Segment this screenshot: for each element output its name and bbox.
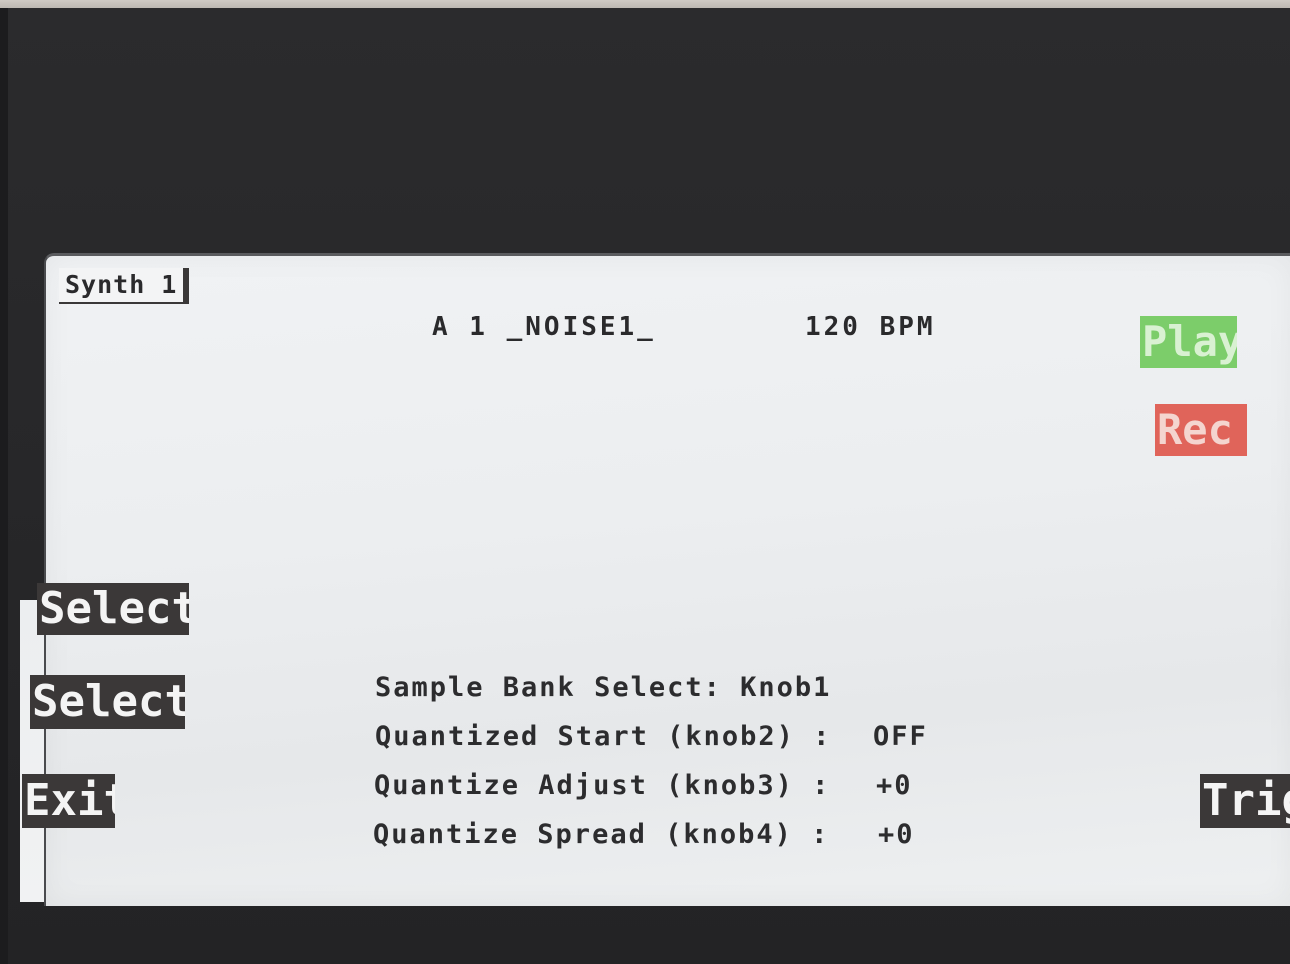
param-label-quantize-spread: Quantize Spread (knob4) : <box>373 819 830 850</box>
param-value-quantize-adjust[interactable]: +0 <box>876 770 913 801</box>
record-button[interactable]: Rec <box>1155 404 1247 456</box>
param-label-quantized-start: Quantized Start (knob2) : <box>375 721 832 752</box>
exit-button[interactable]: Exit <box>22 774 115 828</box>
play-button[interactable]: Play <box>1140 316 1237 368</box>
device-bezel <box>0 8 8 964</box>
tempo-readout: 120 BPM <box>805 312 936 342</box>
trig-button[interactable]: Trig <box>1200 774 1290 828</box>
param-label-quantize-adjust: Quantize Adjust (knob3) : <box>374 770 831 801</box>
page-title: Synth 1 <box>59 268 190 304</box>
device-screen <box>44 253 1290 906</box>
pattern-name: A 1 _NOISE1_ <box>432 312 656 342</box>
select-button-1[interactable]: Select <box>37 583 189 635</box>
param-label-sample-bank: Sample Bank Select: Knob1 <box>375 672 832 703</box>
param-value-quantize-spread[interactable]: +0 <box>878 819 915 850</box>
select-button-2[interactable]: Select <box>30 675 185 729</box>
param-value-quantized-start[interactable]: OFF <box>873 721 928 752</box>
